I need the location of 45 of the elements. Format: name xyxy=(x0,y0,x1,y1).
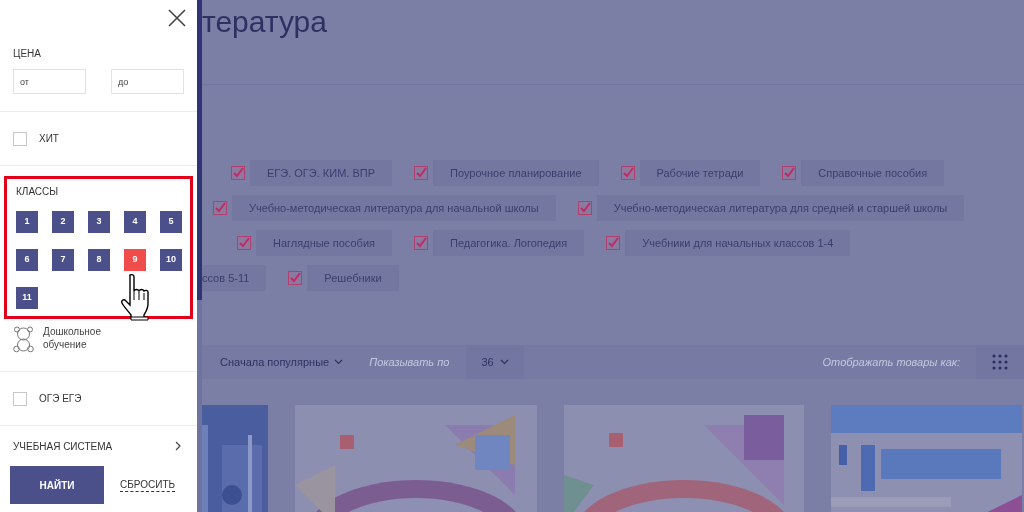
scrollbar[interactable] xyxy=(197,0,202,512)
grade-button[interactable]: 11 xyxy=(16,287,38,309)
grade-button[interactable]: 6 xyxy=(16,249,38,271)
section-label: КЛАССЫ xyxy=(16,185,60,199)
section-label: УЧЕБНАЯ СИСТЕМА xyxy=(13,439,113,454)
chevron-down-icon xyxy=(499,359,509,365)
checkbox[interactable] xyxy=(213,201,227,215)
grade-button[interactable]: 2 xyxy=(52,211,74,233)
section-label: ЦЕНА xyxy=(13,47,42,61)
grid-icon xyxy=(992,354,1008,370)
grade-button[interactable]: 7 xyxy=(52,249,74,271)
toolbar-label: Показывать по xyxy=(369,354,450,370)
checkbox[interactable] xyxy=(414,166,428,180)
grade-button[interactable]: 1 xyxy=(16,211,38,233)
checkbox[interactable] xyxy=(13,131,27,146)
input-field[interactable]: до xyxy=(111,69,184,94)
reset-link[interactable]: СБРОСИТЬ xyxy=(120,478,176,492)
search-button[interactable]: НАЙТИ xyxy=(10,466,104,504)
checkbox[interactable] xyxy=(606,236,621,250)
grid-view-button[interactable] xyxy=(976,345,1024,379)
checkbox[interactable] xyxy=(13,391,27,406)
chevron-right-icon xyxy=(175,441,181,451)
category-link[interactable]: Дошкольное обучение xyxy=(43,325,105,351)
checkbox[interactable] xyxy=(237,236,251,250)
checkbox-label[interactable]: ОГЭ ЕГЭ xyxy=(39,391,82,406)
grade-button[interactable]: 8 xyxy=(88,249,110,271)
checkbox-label[interactable]: ХИТ xyxy=(39,131,59,146)
grade-button[interactable]: 3 xyxy=(88,211,110,233)
grade-button[interactable]: 4 xyxy=(124,211,146,233)
grade-button[interactable]: 9 xyxy=(124,249,146,271)
accordion-header[interactable]: УЧЕБНАЯ СИСТЕМА xyxy=(0,429,197,463)
grade-button[interactable]: 5 xyxy=(160,211,182,233)
checkbox[interactable] xyxy=(620,166,635,180)
teddy-bear-icon xyxy=(13,326,34,353)
checkbox[interactable] xyxy=(231,166,245,180)
chevron-down-icon xyxy=(334,359,344,365)
close-button[interactable] xyxy=(167,8,187,28)
input-field[interactable]: от xyxy=(13,69,86,94)
page-title: тература xyxy=(202,4,327,40)
checkbox[interactable] xyxy=(782,166,797,180)
checkbox[interactable] xyxy=(288,271,303,285)
grade-button[interactable]: 10 xyxy=(160,249,182,271)
checkbox[interactable] xyxy=(414,236,428,250)
toolbar-label: Отображать товары как: xyxy=(822,354,960,370)
checkbox[interactable] xyxy=(577,201,592,215)
